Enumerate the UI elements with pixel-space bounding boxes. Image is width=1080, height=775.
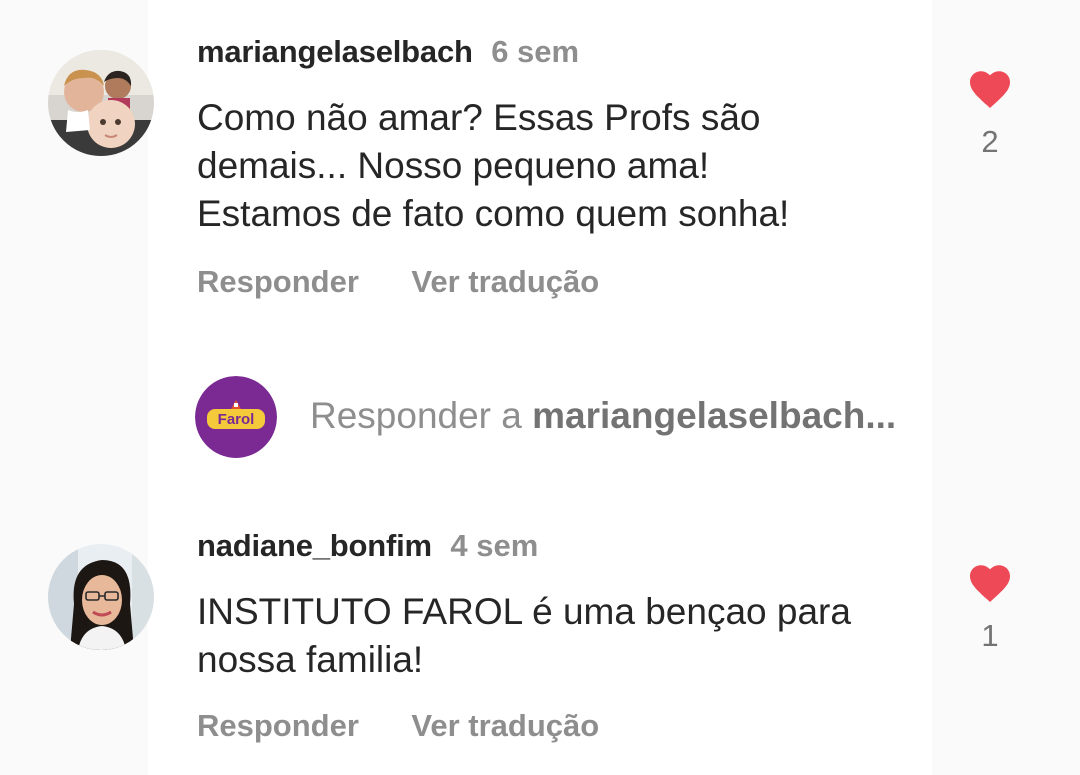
like-button[interactable]: 2 [960, 66, 1020, 160]
like-count: 2 [981, 124, 999, 159]
heart-filled-icon [970, 71, 1010, 108]
comment-line: Estamos de fato como quem sonha! [197, 193, 790, 234]
reply-placeholder-prefix: Responder a [310, 395, 533, 436]
comment-header: nadiane_bonfim 4 sem [197, 528, 538, 564]
farol-logo-text: Farol [218, 411, 255, 428]
like-count: 1 [981, 618, 999, 653]
reply-button[interactable]: Responder [197, 264, 359, 299]
farol-logo-avatar: Farol [195, 376, 277, 458]
user-avatar[interactable] [48, 544, 154, 650]
username[interactable]: nadiane_bonfim [197, 528, 432, 563]
comment-actions: Responder Ver tradução [197, 708, 647, 744]
comment-line: INSTITUTO FAROL é uma bençao para [197, 591, 851, 632]
reply-composer: Farol Responder a mariangelaselbach... [0, 373, 1080, 463]
comments-screen: mariangelaselbach 6 sem Como não amar? E… [0, 0, 1080, 775]
comment-text: Como não amar? Essas Profs são demais...… [197, 94, 917, 238]
like-button[interactable]: 1 [960, 560, 1020, 654]
reply-button[interactable]: Responder [197, 708, 359, 743]
username[interactable]: mariangelaselbach [197, 34, 473, 69]
reply-placeholder-target: mariangelaselbach... [532, 395, 897, 436]
comment-line: Como não amar? Essas Profs são [197, 97, 761, 138]
family-photo-avatar [48, 50, 154, 156]
reply-input[interactable]: Responder a mariangelaselbach... [310, 395, 950, 437]
user-avatar[interactable] [48, 50, 154, 156]
comment-text: INSTITUTO FAROL é uma bençao para nossa … [197, 588, 917, 684]
heart-filled-icon [970, 565, 1010, 602]
comment-line: demais... Nosso pequeno ama! [197, 145, 710, 186]
woman-photo-avatar [48, 544, 154, 650]
see-translation-button[interactable]: Ver tradução [411, 264, 599, 299]
comment-time: 6 sem [491, 34, 580, 69]
comment-actions: Responder Ver tradução [197, 264, 647, 300]
comment-header: mariangelaselbach 6 sem [197, 34, 579, 70]
comment-time: 4 sem [450, 528, 539, 563]
see-translation-button[interactable]: Ver tradução [411, 708, 599, 743]
comment-line: nossa familia! [197, 639, 424, 680]
current-user-avatar: Farol [195, 376, 277, 458]
